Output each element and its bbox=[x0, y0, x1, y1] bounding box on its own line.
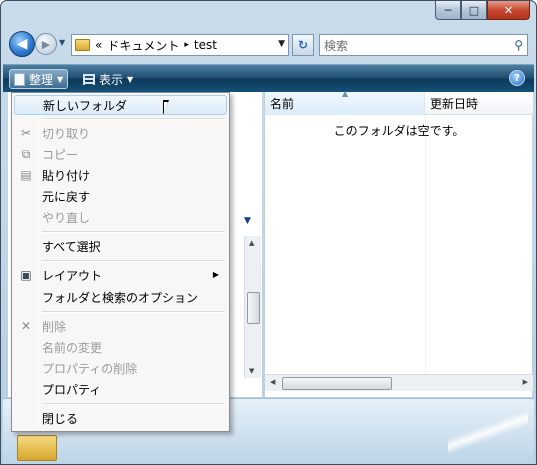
menu-item-label: プロパティ bbox=[42, 382, 102, 397]
menu-separator bbox=[42, 118, 225, 120]
menu-separator bbox=[42, 231, 225, 233]
menu-item-paste[interactable]: ▤ 貼り付け bbox=[14, 165, 227, 185]
back-button[interactable]: ◀ bbox=[9, 31, 35, 57]
breadcrumb-test[interactable]: test bbox=[194, 38, 217, 52]
menu-item-rename[interactable]: 名前の変更 bbox=[14, 337, 227, 357]
menu-item-copy[interactable]: ⧉ コピー bbox=[14, 144, 227, 164]
menu-separator bbox=[42, 260, 225, 262]
caption-buttons: ─ □ ✕ bbox=[435, 1, 530, 20]
breadcrumb-documents[interactable]: ドキュメント bbox=[107, 37, 179, 54]
menu-item-label: 貼り付け bbox=[42, 168, 91, 183]
organize-icon bbox=[14, 72, 25, 86]
column-headers: ▲ 名前 更新日時 bbox=[265, 89, 533, 115]
scissors-icon: ✂ bbox=[20, 126, 32, 140]
menu-item-label: レイアウト bbox=[42, 268, 103, 283]
view-label: 表示 bbox=[99, 72, 124, 87]
menu-separator bbox=[42, 311, 225, 313]
menu-separator bbox=[42, 403, 225, 405]
search-placeholder: 検索 bbox=[324, 38, 349, 53]
organize-menu: 新しいフォルダ ✂ 切り取り ⧉ コピー ▤ 貼り付け 元に戻す やり直し すべ… bbox=[11, 92, 230, 432]
scroll-left-icon[interactable]: ◀ bbox=[270, 378, 275, 386]
submenu-arrow-icon: ▶ bbox=[212, 270, 219, 279]
menu-item-label: コピー bbox=[42, 147, 79, 162]
view-button[interactable]: 表示 ▼ bbox=[79, 69, 137, 89]
address-dropdown-icon[interactable]: ▼ bbox=[278, 39, 285, 49]
menu-item-cut[interactable]: ✂ 切り取り bbox=[14, 123, 227, 143]
navigation-scrollbar[interactable]: ▲ ▼ bbox=[244, 236, 261, 378]
menu-item-label: プロパティの削除 bbox=[42, 361, 138, 376]
command-toolbar: 整理 ▼ 表示 ▼ ? bbox=[3, 64, 534, 92]
menu-item-new-folder[interactable]: 新しいフォルダ bbox=[14, 95, 227, 115]
scrollbar-thumb[interactable] bbox=[282, 377, 392, 390]
menu-item-properties[interactable]: プロパティ bbox=[14, 379, 227, 399]
scrollbar-thumb[interactable] bbox=[247, 292, 260, 324]
close-button[interactable]: ✕ bbox=[487, 1, 530, 20]
menu-item-undo[interactable]: 元に戻す bbox=[14, 186, 227, 206]
address-row: ◀ ▶ ▼ « ドキュメント ▸ test ▼ ↻ 検索 ⚲ bbox=[1, 29, 536, 61]
chevron-down-icon: ▼ bbox=[127, 74, 134, 84]
column-header-name[interactable]: ▲ 名前 bbox=[265, 89, 425, 115]
view-icon bbox=[83, 73, 95, 85]
search-icon[interactable]: ⚲ bbox=[514, 38, 523, 52]
menu-item-label: 閉じる bbox=[42, 411, 79, 426]
chevron-down-icon: ▼ bbox=[57, 74, 64, 84]
scroll-down-icon[interactable]: ▼ bbox=[249, 367, 254, 375]
menu-item-redo[interactable]: やり直し bbox=[14, 207, 227, 227]
large-folder-icon bbox=[17, 435, 57, 461]
content-horizontal-scrollbar[interactable]: ◀ ▶ bbox=[265, 374, 533, 391]
address-bar[interactable]: « ドキュメント ▸ test ▼ bbox=[71, 34, 289, 56]
scroll-right-icon[interactable]: ▶ bbox=[523, 378, 528, 386]
menu-item-remove-properties[interactable]: プロパティの削除 bbox=[14, 358, 227, 378]
menu-item-label: すべて選択 bbox=[42, 239, 101, 254]
menu-item-label: 元に戻す bbox=[42, 189, 91, 204]
breadcrumb-separator-icon[interactable]: ▸ bbox=[184, 40, 189, 50]
clipboard-icon: ▤ bbox=[20, 168, 32, 182]
menu-item-layout[interactable]: ▣ レイアウト ▶ bbox=[14, 265, 227, 285]
menu-item-label: 名前の変更 bbox=[42, 340, 103, 355]
organize-button[interactable]: 整理 ▼ bbox=[9, 69, 69, 89]
decorative-swoosh bbox=[448, 405, 528, 459]
folder-icon bbox=[75, 39, 90, 51]
sort-ascending-icon: ▲ bbox=[342, 89, 349, 98]
maximize-button[interactable]: □ bbox=[461, 1, 487, 20]
folders-chevron-icon[interactable]: ▼ bbox=[244, 216, 251, 226]
breadcrumb-overflow[interactable]: « bbox=[95, 38, 102, 52]
search-input[interactable]: 検索 ⚲ bbox=[319, 34, 528, 56]
column-name-label: 名前 bbox=[270, 97, 295, 111]
layout-icon: ▣ bbox=[20, 268, 32, 282]
forward-button[interactable]: ▶ bbox=[35, 33, 57, 55]
column-header-modified[interactable]: 更新日時 bbox=[425, 92, 533, 115]
delete-x-icon: ✕ bbox=[20, 319, 32, 333]
menu-item-close[interactable]: 閉じる bbox=[14, 408, 227, 428]
menu-item-label: フォルダと検索のオプション bbox=[42, 290, 199, 305]
menu-item-label: 切り取り bbox=[42, 126, 91, 141]
scroll-up-icon[interactable]: ▲ bbox=[249, 239, 254, 247]
empty-folder-message: このフォルダは空です。 bbox=[333, 124, 465, 138]
refresh-button[interactable]: ↻ bbox=[292, 34, 314, 56]
help-button[interactable]: ? bbox=[509, 70, 525, 86]
menu-item-label: やり直し bbox=[42, 210, 91, 225]
column-divider bbox=[425, 115, 426, 375]
menu-item-folder-options[interactable]: フォルダと検索のオプション bbox=[14, 287, 227, 307]
menu-item-delete[interactable]: ✕ 削除 bbox=[14, 316, 227, 336]
copy-icon: ⧉ bbox=[21, 146, 31, 161]
explorer-window: ─ □ ✕ ◀ ▶ ▼ « ドキュメント ▸ test ▼ ↻ 検索 ⚲ 整理 … bbox=[0, 0, 537, 465]
menu-item-select-all[interactable]: すべて選択 bbox=[14, 236, 227, 256]
mouse-cursor-fill bbox=[164, 102, 172, 113]
recent-pages-dropdown-icon[interactable]: ▼ bbox=[59, 38, 65, 47]
column-modified-label: 更新日時 bbox=[430, 97, 479, 111]
menu-item-label: 削除 bbox=[42, 319, 67, 334]
minimize-button[interactable]: ─ bbox=[435, 1, 461, 20]
file-list-pane[interactable]: ▲ 名前 更新日時 このフォルダは空です。 ◀ ▶ bbox=[264, 89, 533, 397]
menu-item-label: 新しいフォルダ bbox=[43, 98, 128, 113]
organize-label: 整理 bbox=[29, 72, 54, 87]
